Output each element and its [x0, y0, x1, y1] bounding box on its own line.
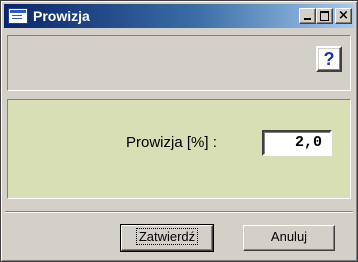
commission-label: Prowizja [%] :: [126, 134, 217, 151]
cancel-button-label: Anuluj: [270, 229, 308, 244]
commission-input[interactable]: 2,0: [262, 130, 332, 156]
maximize-button[interactable]: [316, 8, 333, 24]
close-icon: ×: [338, 8, 349, 23]
window-controls: ×: [299, 8, 352, 24]
window-title: Prowizja: [33, 8, 90, 24]
cancel-button[interactable]: Anuluj: [243, 225, 335, 251]
form-panel: Prowizja [%] : 2,0: [7, 99, 351, 199]
app-icon: [8, 8, 28, 24]
confirm-button[interactable]: Zatwierdź: [120, 224, 214, 252]
help-icon: ?: [323, 48, 335, 69]
help-button[interactable]: ?: [316, 46, 342, 72]
title-bar[interactable]: Prowizja ×: [4, 4, 354, 28]
separator: [5, 211, 353, 213]
close-button[interactable]: ×: [335, 8, 352, 24]
confirm-button-label: Zatwierdź: [135, 228, 199, 245]
minimize-button[interactable]: [299, 8, 316, 24]
dialog-window: Prowizja × ? Prowizja [%] : 2,0 Zatwierd…: [0, 0, 358, 262]
toolbar-panel: ?: [7, 35, 351, 91]
